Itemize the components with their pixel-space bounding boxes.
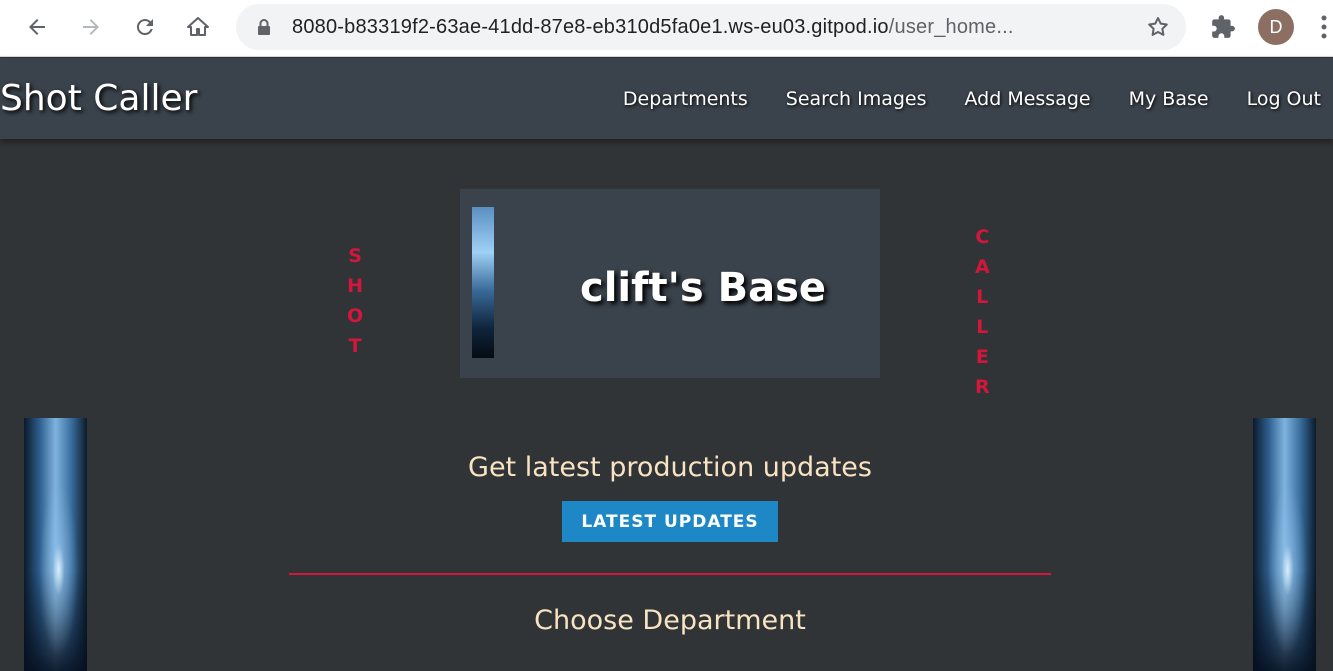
latest-updates-button[interactable]: LATEST UPDATES	[562, 501, 778, 542]
shot-letter: S	[348, 245, 362, 267]
home-button[interactable]	[181, 10, 215, 44]
reload-button[interactable]	[128, 10, 162, 44]
caller-letter: L	[976, 316, 989, 338]
caller-vertical-text: C A L L E R	[975, 222, 990, 402]
nav-links: Departments Search Images Add Message My…	[623, 88, 1321, 110]
nav-link-departments[interactable]: Departments	[623, 88, 748, 110]
url-text: 8080-b83319f2-63ae-41dd-87e8-eb310d5fa0e…	[292, 16, 1014, 39]
nav-link-my-base[interactable]: My Base	[1129, 88, 1209, 110]
shot-letter: T	[348, 335, 362, 357]
lock-icon	[258, 19, 270, 35]
updates-heading: Get latest production updates	[468, 452, 872, 483]
nav-link-search-images[interactable]: Search Images	[786, 88, 927, 110]
shot-letter: O	[347, 305, 364, 327]
caller-letter: L	[976, 286, 989, 308]
back-button[interactable]	[20, 10, 54, 44]
nav-link-add-message[interactable]: Add Message	[965, 88, 1091, 110]
arrow-left-icon	[29, 19, 45, 35]
url-path: /user_home...	[888, 16, 1014, 38]
arrow-right-icon	[83, 19, 99, 35]
profile-avatar[interactable]: D	[1258, 9, 1294, 45]
caller-letter: C	[975, 226, 990, 248]
kebab-menu-icon[interactable]	[1320, 14, 1328, 40]
home-icon	[187, 17, 209, 36]
browser-toolbar: 8080-b83319f2-63ae-41dd-87e8-eb310d5fa0e…	[0, 0, 1333, 57]
caller-letter: A	[975, 256, 990, 278]
nav-link-log-out[interactable]: Log Out	[1247, 88, 1321, 110]
base-title: clift's Base	[580, 265, 827, 311]
address-bar[interactable]: 8080-b83319f2-63ae-41dd-87e8-eb310d5fa0e…	[236, 4, 1186, 50]
reload-icon	[136, 19, 153, 36]
shot-letter: H	[347, 275, 364, 297]
base-header-card: clift's Base	[460, 189, 880, 378]
base-thumbnail-image	[472, 207, 494, 358]
brand-logo-text[interactable]: Shot Caller	[0, 78, 197, 119]
section-divider	[289, 573, 1051, 575]
extensions-puzzle-icon[interactable]	[1210, 14, 1236, 40]
department-heading: Choose Department	[534, 605, 806, 636]
caller-letter: R	[975, 376, 990, 398]
bookmark-star-icon[interactable]	[1146, 15, 1170, 39]
url-host: 8080-b83319f2-63ae-41dd-87e8-eb310d5fa0e…	[292, 16, 889, 38]
caller-letter: E	[975, 346, 989, 368]
app-navbar: Shot Caller Departments Search Images Ad…	[0, 58, 1333, 139]
forward-button[interactable]	[74, 10, 108, 44]
shot-vertical-text: S H O T	[347, 241, 363, 361]
